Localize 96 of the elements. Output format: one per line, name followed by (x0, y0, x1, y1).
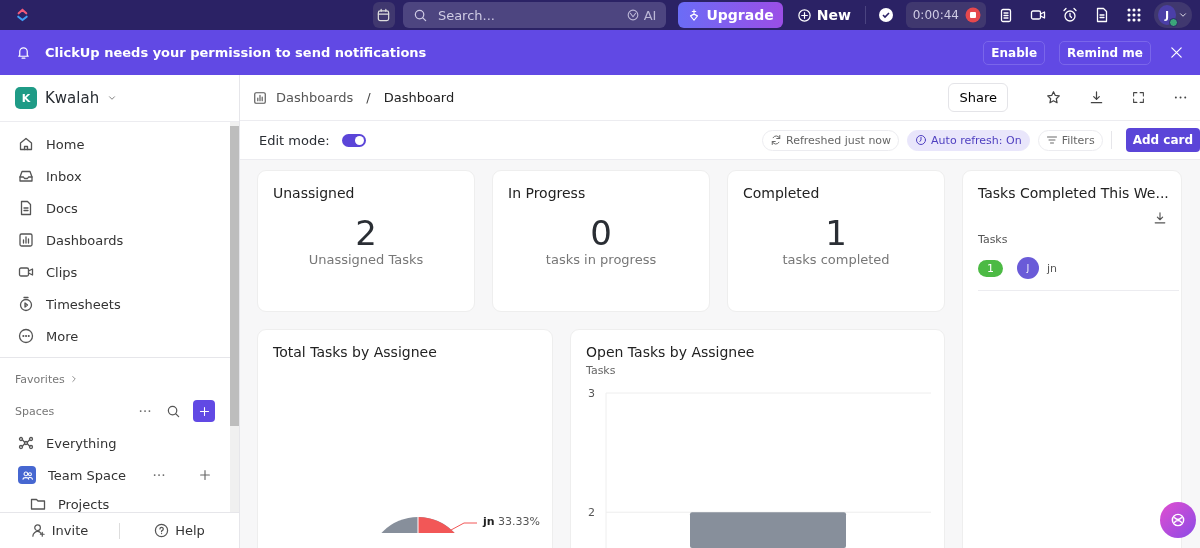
filters-button[interactable]: Filters (1037, 129, 1103, 151)
count-badge: 1 (978, 259, 1003, 277)
sidebar-item[interactable]: Home (0, 128, 230, 160)
workspace-avatar: K (15, 87, 37, 109)
pie-label: jn 33.33% (483, 515, 541, 528)
bell-icon (16, 45, 31, 60)
card-title: Completed (743, 185, 821, 201)
caret-icon (1178, 10, 1188, 20)
breadcrumb-current[interactable]: Dashboard (383, 90, 455, 105)
breadcrumb-link[interactable]: Dashboards (276, 90, 354, 105)
inbox-icon (18, 168, 34, 184)
space-item[interactable]: Projects (0, 491, 230, 512)
ai-label[interactable]: AI (643, 7, 657, 23)
clipboard-icon (998, 7, 1014, 23)
space-item[interactable]: Team Space (0, 459, 230, 491)
stat-value: 2 (354, 215, 378, 253)
stat-caption: tasks completed (781, 252, 891, 268)
user-avatar: J (1017, 257, 1039, 279)
add-card-button[interactable]: Add card (1125, 128, 1200, 152)
profile-menu[interactable]: J (1154, 2, 1192, 28)
refresh-button[interactable]: Refreshed just now (762, 129, 900, 151)
more-icon (18, 328, 34, 344)
user-name: jn (1047, 261, 1058, 275)
search-field[interactable]: Search... AI (402, 2, 667, 28)
bar-chart-icon (18, 232, 34, 248)
filter-icon (1045, 134, 1058, 146)
add-user-icon (30, 523, 46, 538)
calendar-button[interactable] (372, 2, 395, 28)
edit-mode-toggle[interactable] (341, 133, 366, 147)
upgrade-button[interactable]: Upgrade (678, 2, 783, 28)
caret-icon (107, 93, 118, 103)
alarm-clock-icon (1062, 7, 1078, 23)
workspace-name[interactable]: Kwalah (45, 89, 100, 107)
add-space-button[interactable] (193, 400, 215, 422)
share-button[interactable]: Share (948, 83, 1008, 112)
card-title: In Progress (508, 185, 587, 201)
stat-caption: tasks in progress (544, 252, 658, 268)
invite-button[interactable]: Invite (0, 522, 119, 539)
sidebar-item[interactable]: Dashboards (0, 224, 230, 256)
download-icon[interactable] (1089, 90, 1104, 105)
plus-circle-icon (796, 7, 812, 23)
stop-icon (965, 7, 981, 23)
new-button[interactable]: New (790, 7, 857, 23)
close-icon (1169, 45, 1184, 60)
refresh-icon (770, 134, 783, 146)
help-icon (154, 523, 170, 538)
check-circle-icon (877, 7, 894, 23)
sidebar-item[interactable]: Clips (0, 256, 230, 288)
nodes-icon (18, 435, 34, 451)
bar-chart-icon (253, 90, 267, 105)
space-item[interactable]: Everything (0, 427, 230, 459)
column-header: Tasks (978, 233, 1009, 246)
avatar: J (1158, 5, 1176, 25)
timer-button[interactable]: 0:00:44 (905, 2, 986, 28)
card-title: Tasks Completed This We... (978, 185, 1169, 201)
video-camera-icon (18, 264, 34, 280)
tick-label: 3 (588, 387, 595, 400)
home-icon (18, 136, 34, 152)
auto-refresh-button[interactable]: Auto refresh: On (907, 129, 1030, 151)
plus-icon (197, 404, 211, 418)
search-icon (412, 7, 428, 23)
spaces-heading: Spaces (15, 404, 55, 418)
scrollbar[interactable] (230, 126, 239, 426)
edit-mode-label: Edit mode: (259, 132, 330, 148)
tick-label: 2 (588, 506, 595, 520)
ai-icon (625, 8, 640, 22)
grid-icon (1126, 7, 1142, 23)
status-dot (1169, 18, 1178, 27)
sidebar-item[interactable]: Timesheets (0, 288, 230, 320)
stat-value: 0 (589, 215, 613, 253)
stopwatch-icon (18, 296, 34, 312)
fullscreen-icon[interactable] (1132, 91, 1145, 104)
calendar-icon (376, 7, 392, 23)
star-icon[interactable] (1046, 90, 1061, 105)
document-icon (1094, 7, 1110, 23)
document-icon (18, 200, 34, 216)
breadcrumb-separator: / (366, 90, 371, 105)
clock-icon (915, 134, 928, 146)
favorites-heading[interactable]: Favorites (15, 372, 65, 386)
card-title: Total Tasks by Assignee (273, 344, 437, 360)
download-icon[interactable] (1153, 211, 1167, 225)
stat-value: 1 (824, 215, 848, 253)
axis-title: Tasks (586, 364, 617, 377)
search-icon[interactable] (166, 403, 181, 419)
stat-caption: Unassigned Tasks (307, 252, 425, 268)
card-title: Open Tasks by Assignee (586, 344, 755, 360)
help-button[interactable]: Help (120, 522, 239, 539)
sidebar-item[interactable]: Inbox (0, 160, 230, 192)
sidebar-item[interactable]: More (0, 320, 230, 352)
banner-button[interactable]: Enable (983, 40, 1046, 65)
sidebar-item[interactable]: Docs (0, 192, 230, 224)
card-title: Unassigned (273, 185, 356, 201)
video-camera-icon (1030, 7, 1046, 23)
folder-icon (30, 496, 46, 512)
banner-message: ClickUp needs your permission to send notifications (45, 45, 428, 60)
banner-button[interactable]: Remind me (1059, 40, 1151, 65)
